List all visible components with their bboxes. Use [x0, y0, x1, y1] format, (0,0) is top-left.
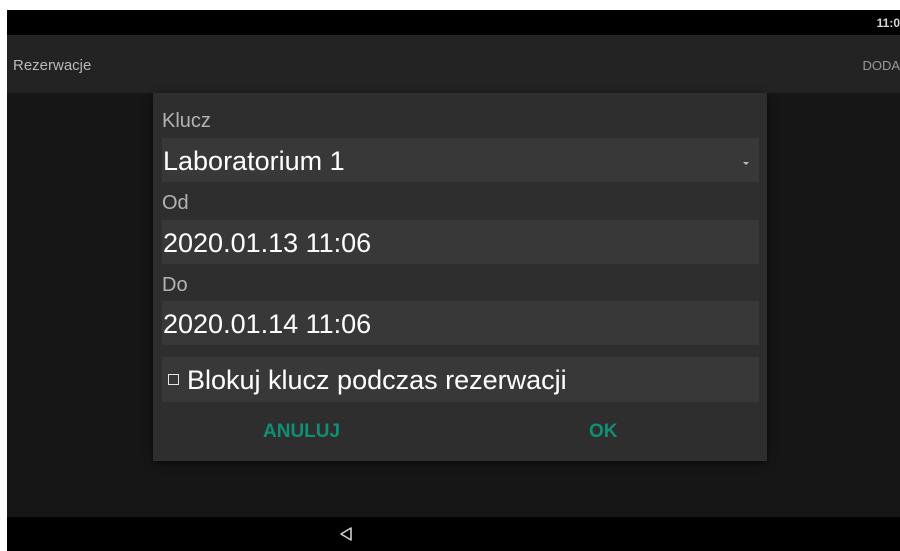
to-label: Do	[162, 274, 188, 296]
key-spinner[interactable]: Laboratorium 1	[162, 138, 759, 182]
app-bar: Rezerwacje DODA	[7, 35, 900, 93]
cancel-button[interactable]: ANULUJ	[263, 421, 340, 443]
status-bar: 11:0	[7, 10, 900, 35]
lock-key-checkbox-row[interactable]: Blokuj klucz podczas rezerwacji	[162, 357, 759, 402]
add-action-button[interactable]: DODA	[862, 58, 900, 73]
key-label: Klucz	[162, 110, 211, 132]
to-value: 2020.01.14 11:06	[163, 309, 372, 339]
app-title: Rezerwacje	[13, 57, 92, 74]
navigation-bar	[7, 517, 900, 551]
lock-key-checkbox-label: Blokuj klucz podczas rezerwacji	[187, 365, 567, 395]
status-time: 11:0	[876, 16, 900, 30]
to-datetime-field[interactable]: 2020.01.14 11:06	[162, 301, 759, 345]
ok-button[interactable]: OK	[589, 421, 618, 443]
reservation-dialog: Klucz Laboratorium 1 Od 2020.01.13 11:06…	[153, 93, 767, 461]
from-label: Od	[162, 192, 189, 214]
dropdown-arrow-icon	[743, 162, 749, 165]
lock-key-checkbox[interactable]	[168, 374, 179, 385]
from-value: 2020.01.13 11:06	[163, 228, 372, 258]
device-screen: 11:0 Rezerwacje DODA Klucz Laboratorium …	[7, 10, 900, 551]
back-icon[interactable]	[338, 526, 354, 542]
from-datetime-field[interactable]: 2020.01.13 11:06	[162, 220, 759, 264]
key-value: Laboratorium 1	[163, 146, 345, 176]
